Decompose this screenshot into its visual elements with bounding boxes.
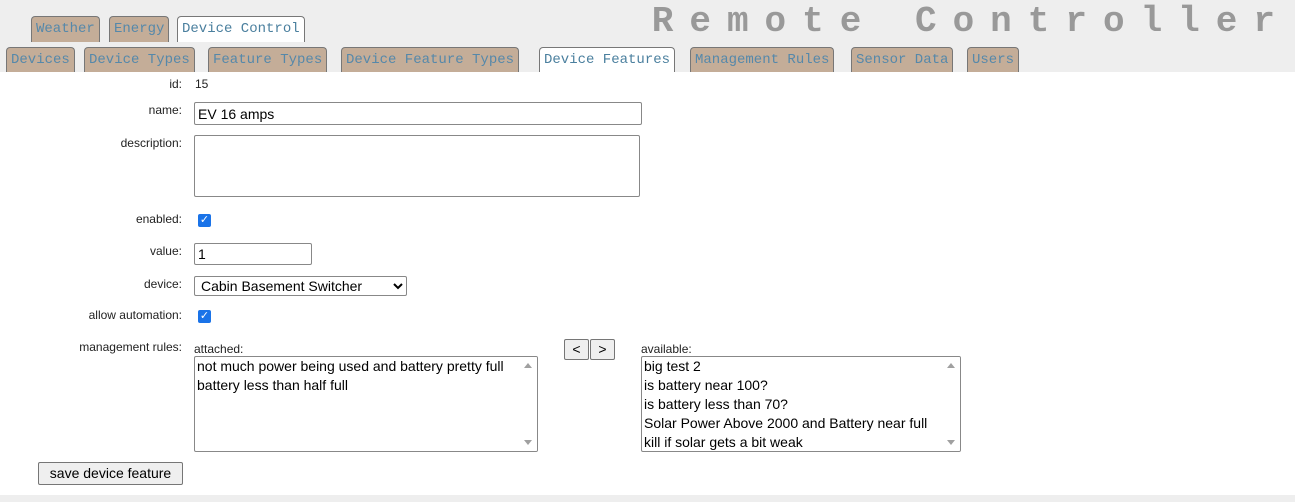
tab-management-rules[interactable]: Management Rules: [690, 47, 835, 73]
device-label: device:: [143, 277, 182, 291]
id-value: 15: [195, 77, 209, 91]
app-title: Remote Controller: [651, 1, 1291, 42]
id-label: id:: [169, 77, 182, 91]
available-rule-item[interactable]: Solar Power Above 2000 and Battery near …: [642, 414, 960, 433]
save-device-feature-button[interactable]: save device feature: [38, 462, 183, 485]
management-rules-label: management rules:: [79, 340, 182, 354]
tab-device-features[interactable]: Device Features: [539, 47, 676, 74]
enabled-label: enabled:: [135, 212, 182, 226]
scroll-down-icon[interactable]: [524, 440, 532, 445]
value-input[interactable]: [194, 243, 312, 265]
scroll-up-icon[interactable]: [947, 363, 955, 368]
tab-users[interactable]: Users: [967, 47, 1020, 73]
name-label: name:: [148, 103, 182, 117]
value-label: value:: [149, 244, 182, 258]
tab-feature-types[interactable]: Feature Types: [208, 47, 328, 73]
enabled-checkbox[interactable]: ✓: [198, 214, 211, 227]
attached-rule-item[interactable]: battery less than half full: [195, 376, 537, 395]
available-rule-item[interactable]: kill if solar gets a bit weak: [642, 433, 960, 451]
available-label: available:: [641, 342, 692, 356]
scroll-down-icon[interactable]: [947, 440, 955, 445]
attached-rule-item[interactable]: not much power being used and battery pr…: [195, 357, 537, 376]
tab-device-types[interactable]: Device Types: [84, 47, 195, 73]
description-label: description:: [120, 136, 182, 150]
available-rule-item[interactable]: big test 2: [642, 357, 960, 376]
allow-automation-checkbox[interactable]: ✓: [198, 310, 211, 323]
available-scrollbar[interactable]: [944, 357, 960, 451]
tab-device-control[interactable]: Device Control: [177, 16, 305, 42]
available-rules-listbox[interactable]: big test 2 is battery near 100? is batte…: [641, 356, 961, 452]
device-select[interactable]: Cabin Basement Switcher: [194, 276, 407, 296]
attached-rules-listbox[interactable]: not much power being used and battery pr…: [194, 356, 538, 452]
attached-label: attached:: [194, 342, 244, 356]
tab-devices[interactable]: Devices: [6, 47, 75, 73]
available-rule-item[interactable]: is battery less than 70?: [642, 395, 960, 414]
tab-sensor-data[interactable]: Sensor Data: [851, 47, 954, 73]
move-right-button[interactable]: >: [590, 339, 615, 360]
allow-automation-label: allow automation:: [88, 308, 182, 322]
move-left-button[interactable]: <: [564, 339, 589, 360]
header: Weather Energy Device Control Remote Con…: [0, 0, 1295, 74]
name-input[interactable]: [194, 102, 642, 125]
tab-device-feature-types[interactable]: Device Feature Types: [341, 47, 520, 73]
device-feature-form: id: 15 name: description: enabled: ✓ val…: [0, 72, 1295, 495]
attached-scrollbar[interactable]: [521, 357, 537, 451]
available-rule-item[interactable]: is battery near 100?: [642, 376, 960, 395]
tab-weather[interactable]: Weather: [31, 16, 100, 42]
footer-bar: [0, 495, 1295, 502]
description-textarea[interactable]: [194, 135, 640, 197]
tab-energy[interactable]: Energy: [109, 16, 170, 42]
scroll-up-icon[interactable]: [524, 363, 532, 368]
